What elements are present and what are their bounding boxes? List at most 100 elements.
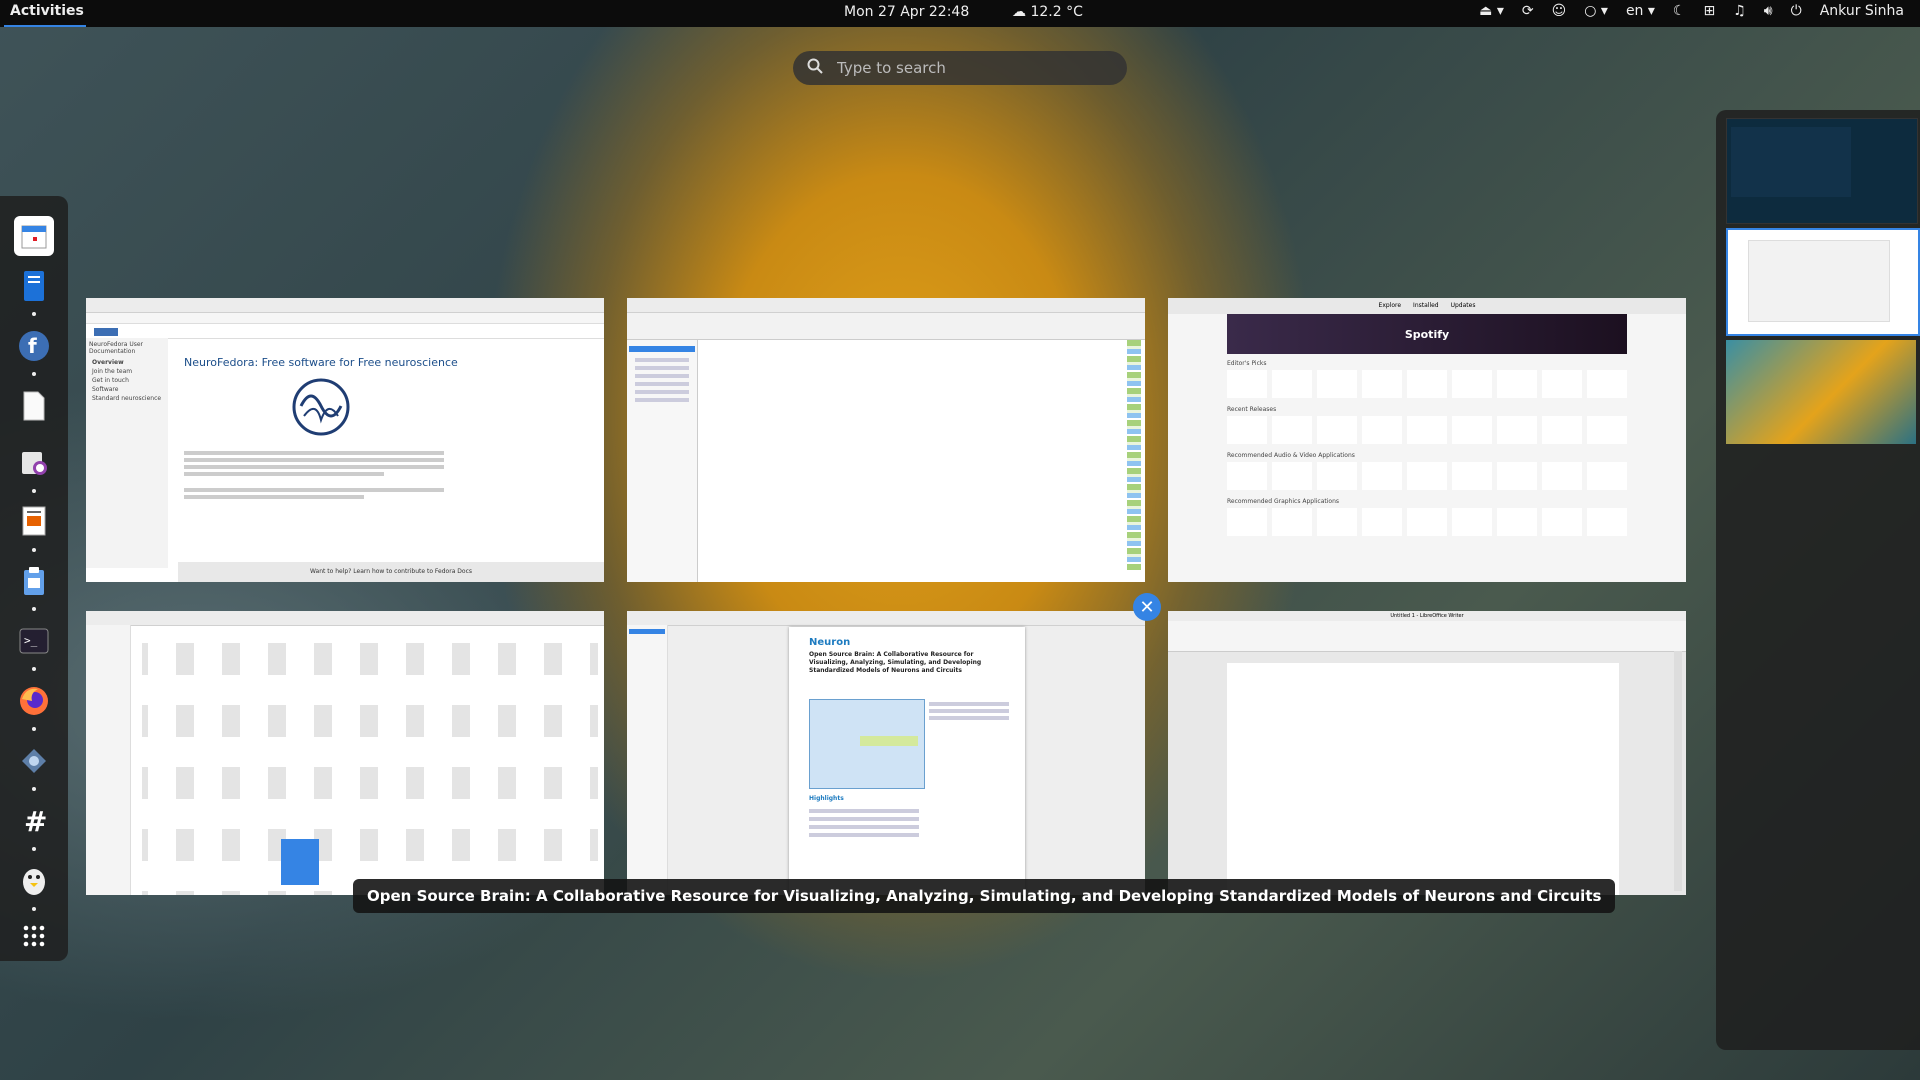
window-libreoffice-writer[interactable]: Untitled 1 - LibreOffice Writer (1168, 611, 1686, 895)
files-thumbnail-grid[interactable] (142, 635, 598, 895)
workspace-terminal-thumb (1731, 127, 1851, 197)
document-viewer-icon[interactable] (14, 266, 54, 306)
firefox-icon[interactable] (14, 681, 54, 721)
gnome-software-icon[interactable] (14, 741, 54, 781)
tab-installed[interactable]: Installed (1413, 298, 1439, 314)
running-indicator (32, 372, 36, 376)
pdf-sidebar (627, 625, 668, 895)
sidebar-item-overview[interactable]: Overview (86, 358, 168, 367)
featured-banner[interactable]: Spotify (1227, 314, 1627, 354)
app-tiles-row-3[interactable] (1227, 462, 1627, 490)
section-graphics: Recommended Graphics Applications (1227, 498, 1340, 505)
close-window-button[interactable]: ✕ (1133, 593, 1161, 621)
volume-icon[interactable]: 🔊︎ (1764, 3, 1773, 19)
sidebar-item-join[interactable]: Join the team (86, 367, 168, 376)
user-name[interactable]: Ankur Sinha (1820, 3, 1904, 19)
running-indicator (32, 312, 36, 316)
weather[interactable]: ☁ 12.2 °C (1012, 4, 1083, 20)
language-label: en (1625, 3, 1644, 19)
workspace-switcher (1716, 110, 1920, 1050)
browser-address-bar (86, 313, 604, 324)
extension-icon[interactable]: ☺ (1552, 3, 1567, 19)
network-icon[interactable]: ⊞ (1703, 3, 1715, 19)
fedora-icon[interactable]: f (14, 326, 54, 366)
app-tiles-row-4[interactable] (1227, 508, 1627, 536)
docs-sidebar-title: NeuroFedora User Documentation (89, 341, 144, 355)
browser-tab-bar (86, 298, 604, 313)
notification-icon[interactable]: ♫ (1733, 3, 1746, 19)
files-header-bar (86, 611, 604, 626)
running-indicator (32, 489, 36, 493)
running-indicator (32, 548, 36, 552)
graphical-abstract (809, 699, 925, 789)
search-input[interactable] (835, 58, 1109, 78)
workspace-3[interactable] (1726, 340, 1916, 444)
language-selector[interactable]: en ▾ (1626, 3, 1655, 19)
running-indicator (32, 727, 36, 731)
section-audio-video: Recommended Audio & Video Applications (1227, 452, 1355, 459)
disk-usage-icon[interactable] (14, 441, 54, 481)
brain-logo-icon (286, 376, 356, 442)
window-files-manager[interactable] (86, 611, 604, 895)
sidebar-item-contact[interactable]: Get in touch (86, 376, 168, 385)
mail-label-strip (1127, 340, 1141, 570)
workspace-2-active[interactable] (1726, 228, 1920, 336)
osb-logo-block (860, 736, 918, 746)
status-icon[interactable]: ○ ▾ (1584, 3, 1608, 19)
sidebar-item-software[interactable]: Software (86, 385, 168, 394)
slack-icon[interactable]: # (14, 801, 54, 841)
software-tabs: Explore Installed Updates (1168, 298, 1686, 314)
running-indicator (32, 907, 36, 911)
impress-icon[interactable] (14, 501, 54, 541)
search-icon (807, 58, 829, 78)
running-indicator (32, 667, 36, 671)
svg-text:#: # (24, 807, 47, 835)
clock[interactable]: Mon 27 Apr 22:48 (844, 4, 969, 20)
window-mail-client[interactable] (627, 298, 1145, 582)
section-editors-picks: Editor's Picks (1227, 360, 1267, 367)
activities-button[interactable]: Activities (10, 3, 84, 19)
paper-brand: Neuron (809, 637, 851, 648)
section-recent-releases: Recent Releases (1227, 406, 1277, 413)
search-box[interactable] (793, 51, 1127, 85)
docs-body-text (184, 448, 444, 502)
writer-title: Untitled 1 - LibreOffice Writer (1168, 611, 1686, 621)
text-editor-icon[interactable] (14, 386, 54, 426)
running-indicator (32, 607, 36, 611)
svg-text:>_: >_ (24, 634, 38, 647)
tab-explore[interactable]: Explore (1379, 298, 1402, 314)
app-tiles-row-1[interactable] (1227, 370, 1627, 398)
show-apps-icon[interactable] (14, 916, 54, 956)
tab-updates[interactable]: Updates (1451, 298, 1476, 314)
pdf-header-bar (627, 611, 1145, 626)
docs-footer[interactable]: Want to help? Learn how to contribute to… (178, 562, 604, 582)
files-sidebar (86, 625, 131, 895)
power-icon[interactable]: ⏻ (1791, 3, 1802, 19)
window-neurofedora-docs[interactable]: NeuroFedora User Documentation Overview … (86, 298, 604, 582)
writer-toolbar (1168, 621, 1686, 652)
running-indicator (32, 847, 36, 851)
calendar-icon[interactable] (14, 216, 54, 256)
activities-indicator (4, 25, 86, 27)
sync-icon[interactable]: ⟳ (1522, 3, 1534, 19)
night-light-icon[interactable]: ☾ (1673, 3, 1686, 19)
window-pdf-viewer[interactable]: Neuron Open Source Brain: A Collaborativ… (627, 611, 1145, 895)
pdf-page: Neuron Open Source Brain: A Collaborativ… (789, 627, 1025, 895)
writer-page[interactable] (1227, 663, 1619, 895)
app-tiles-row-2[interactable] (1227, 416, 1627, 444)
selected-file[interactable] (281, 839, 319, 885)
workspace-1[interactable] (1726, 118, 1918, 224)
writer-scrollbar[interactable] (1674, 651, 1682, 891)
workspace-window-thumb (1748, 240, 1890, 322)
tux-icon[interactable] (14, 861, 54, 901)
fedora-docs-logo (94, 328, 118, 336)
window-caption: Open Source Brain: A Collaborative Resou… (353, 879, 1616, 913)
sidebar-item-standard[interactable]: Standard neuroscience (86, 394, 168, 403)
clipboard-icon[interactable] (14, 561, 54, 601)
terminal-icon[interactable]: >_ (14, 621, 54, 661)
highlights-heading: Highlights (809, 795, 844, 802)
window-gnome-software[interactable]: Explore Installed Updates Spotify Editor… (1168, 298, 1686, 582)
page-title: NeuroFedora: Free software for Free neur… (184, 356, 458, 369)
eject-icon[interactable]: ⏏ ▾ (1479, 3, 1504, 19)
top-bar: Activities Mon 27 Apr 22:48 ☁ 12.2 °C ⏏ … (0, 0, 1920, 27)
